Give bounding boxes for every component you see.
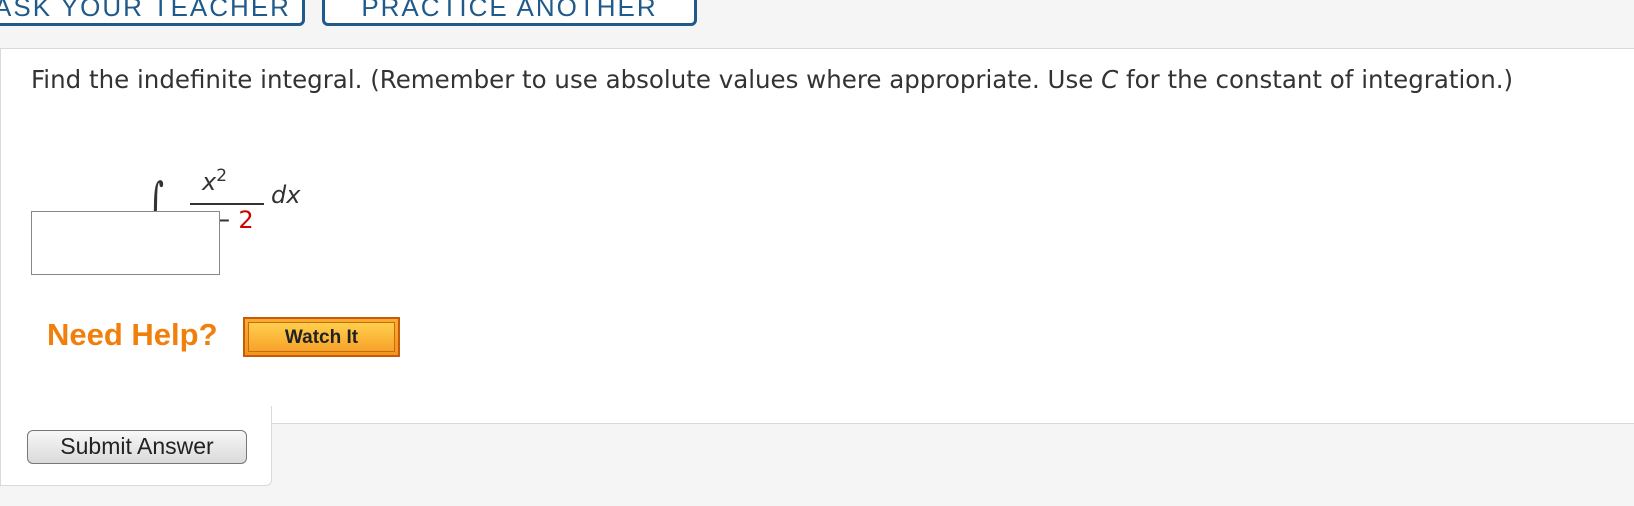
submit-area: Submit Answer	[0, 406, 272, 486]
need-help-label: Need Help?	[47, 317, 218, 352]
question-text: Find the indefinite integral. (Remember …	[31, 65, 1513, 94]
numerator-variable: x	[202, 168, 217, 196]
question-panel: Find the indefinite integral. (Remember …	[0, 48, 1634, 424]
submit-answer-button[interactable]: Submit Answer	[27, 430, 247, 464]
question-text-part-2: for the constant of integration.)	[1118, 65, 1514, 94]
denominator-constant: 2	[238, 206, 254, 234]
constant-c: C	[1101, 65, 1119, 94]
practice-another-button[interactable]: PRACTICE ANOTHER	[322, 0, 697, 26]
numerator: x2	[202, 166, 227, 196]
ask-your-teacher-button[interactable]: ASK YOUR TEACHER	[0, 0, 305, 26]
answer-input[interactable]	[31, 211, 220, 275]
differential: dx	[271, 181, 301, 209]
numerator-exponent: 2	[216, 166, 228, 186]
fraction-bar	[190, 203, 264, 205]
watch-it-button[interactable]: Watch It	[243, 317, 400, 357]
question-text-part-1: Find the indefinite integral. (Remember …	[31, 65, 1102, 94]
watch-it-label: Watch It	[248, 322, 395, 352]
